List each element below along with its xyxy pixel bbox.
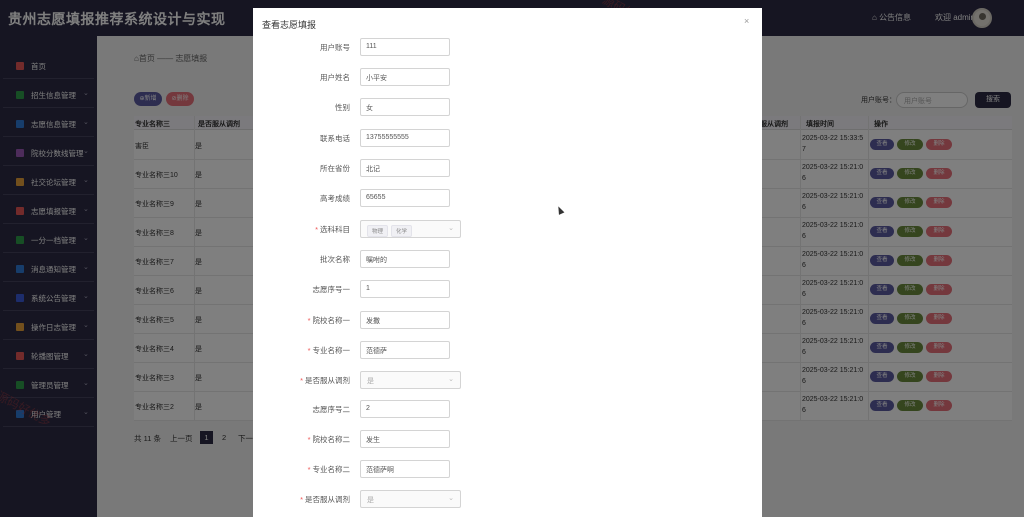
exam-score-field[interactable]: 65655 — [360, 189, 450, 207]
subject-tag: 化学 — [391, 225, 413, 237]
phone-field[interactable]: 13755555555 — [360, 129, 450, 147]
form-row-adjust2: * 是否服从调剂是 ⌄ — [253, 490, 762, 510]
chevron-down-icon: ⌄ — [448, 376, 454, 383]
field-label: 选科科目 — [320, 225, 350, 234]
form-row-phone: 联系电话 13755555555 — [253, 129, 762, 149]
field-label-wrap: * 院校名称二 — [308, 434, 350, 445]
volunteer-seq1-field[interactable]: 1 — [360, 280, 450, 298]
volunteer-seq2-field[interactable]: 2 — [360, 400, 450, 418]
field-label: 用户姓名 — [320, 73, 350, 82]
field-label: 是否服从调剂 — [305, 376, 350, 385]
form-row-account: 用户账号 111 — [253, 38, 762, 58]
field-label: 联系电话 — [320, 134, 350, 143]
field-label: 专业名称一 — [312, 346, 351, 355]
form-row-school2: * 院校名称二 发生 — [253, 430, 762, 450]
field-label-wrap: * 专业名称二 — [308, 464, 350, 475]
dialog-title: 查看志愿填报 — [262, 20, 317, 30]
province-field[interactable]: 北记 — [360, 159, 450, 177]
field-label: 院校名称一 — [312, 316, 351, 325]
field-label: 性别 — [335, 103, 350, 112]
form-row-gender: 性别 女 — [253, 98, 762, 118]
field-label-wrap: * 是否服从调剂 — [300, 375, 350, 386]
form-row-major1: * 专业名称一 范德萨 — [253, 341, 762, 361]
required-mark: * — [307, 465, 311, 474]
form-row-name: 用户姓名 小平安 — [253, 68, 762, 88]
school2-field[interactable]: 发生 — [360, 430, 450, 448]
account-field[interactable]: 111 — [360, 38, 450, 56]
major2-field[interactable]: 范德萨啊 — [360, 460, 450, 478]
gender-field[interactable]: 女 — [360, 98, 450, 116]
field-label: 高考成绩 — [320, 194, 350, 203]
select-value: 是 — [367, 378, 374, 385]
field-label-wrap: * 院校名称一 — [308, 315, 350, 326]
form-row-major2: * 专业名称二 范德萨啊 — [253, 460, 762, 480]
form-row-subjects: * 选科科目 物理 化学 ⌄ — [253, 220, 762, 240]
form-row-adjust1: * 是否服从调剂是 ⌄ — [253, 371, 762, 391]
form-row-score: 高考成绩 65655 — [253, 189, 762, 209]
required-mark: * — [307, 346, 311, 355]
subjects-select[interactable]: 物理 化学 ⌄ — [360, 220, 461, 238]
field-label: 院校名称二 — [312, 435, 351, 444]
required-mark: * — [307, 435, 311, 444]
view-dialog: 查看志愿填报 × 用户账号 111 用户姓名 小平安 性别 女 联系电话 1375555… — [253, 8, 762, 517]
form-row-school1: * 院校名称一 发撒 — [253, 311, 762, 331]
field-label: 志愿序号一 — [312, 285, 351, 294]
select-value: 是 — [367, 497, 374, 504]
subject-tag: 物理 — [367, 225, 389, 237]
field-label-wrap: * 专业名称一 — [308, 345, 350, 356]
field-label: 所在省份 — [320, 164, 350, 173]
form-row-seq1: 志愿序号一 1 — [253, 280, 762, 300]
school1-field[interactable]: 发撒 — [360, 311, 450, 329]
form-row-seq2: 志愿序号二 2 — [253, 400, 762, 420]
required-mark: * — [300, 376, 303, 385]
batch-field[interactable]: 嘱咐的 — [360, 250, 450, 268]
form-row-province: 所在省份 北记 — [253, 159, 762, 179]
chevron-down-icon: ⌄ — [448, 495, 454, 502]
username-field[interactable]: 小平安 — [360, 68, 450, 86]
field-label: 用户账号 — [320, 43, 350, 52]
required-mark: * — [307, 316, 311, 325]
field-label: 专业名称二 — [312, 465, 351, 474]
required-mark: * — [300, 495, 303, 504]
field-label-wrap: * 选科科目 — [315, 224, 350, 235]
major1-field[interactable]: 范德萨 — [360, 341, 450, 359]
field-label-wrap: * 是否服从调剂 — [300, 494, 350, 505]
form-row-batch: 批次名称 嘱咐的 — [253, 250, 762, 270]
required-mark: * — [315, 225, 318, 234]
field-label: 是否服从调剂 — [305, 495, 350, 504]
chevron-down-icon: ⌄ — [448, 225, 454, 232]
adjust2-select[interactable]: 是 ⌄ — [360, 490, 461, 508]
adjust1-select[interactable]: 是 ⌄ — [360, 371, 461, 389]
field-label: 批次名称 — [320, 255, 350, 264]
close-icon[interactable]: × — [744, 16, 749, 26]
field-label: 志愿序号二 — [312, 405, 351, 414]
